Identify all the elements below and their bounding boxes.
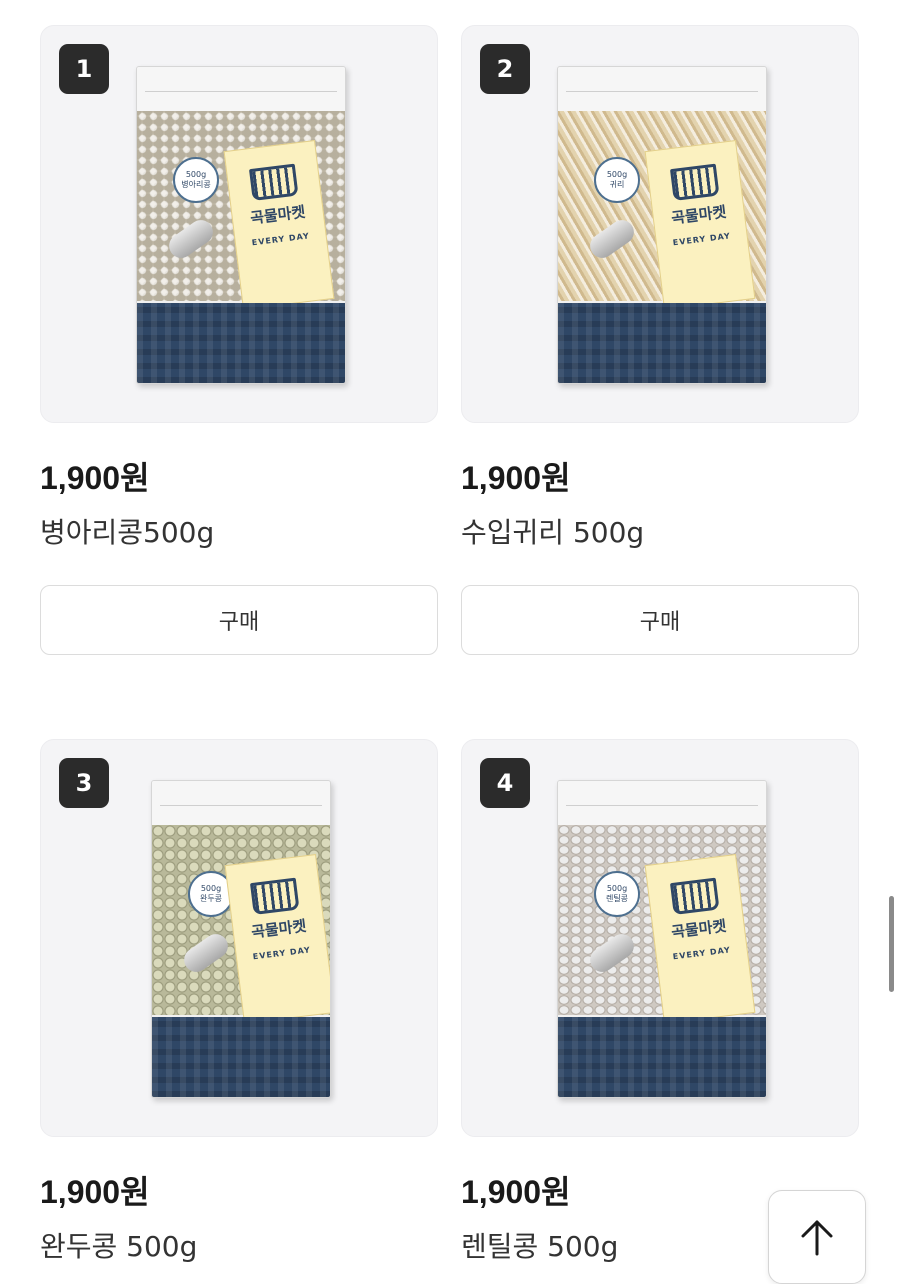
brand-label: 곡물마켓 EVERY DAY [223,139,335,311]
brand-label: 곡물마켓 EVERY DAY [644,139,756,311]
weight-tag: 500g 귀리 [594,157,640,203]
product-image: 500g 귀리 곡물마켓 EVERY DAY [557,66,767,384]
rank-badge: 4 [480,758,530,808]
product-image: 500g 병아리콩 곡물마켓 EVERY DAY [136,66,346,384]
product-name[interactable]: 병아리콩500g [40,511,438,551]
plaid-pattern [152,1017,330,1097]
basket-icon [669,877,720,916]
product-image: 500g 렌틸콩 곡물마켓 EVERY DAY [557,780,767,1098]
brand-tagline: EVERY DAY [252,945,312,962]
plaid-pattern [558,1017,766,1097]
arrow-up-icon [801,1220,833,1256]
product-image: 500g 완두콩 곡물마켓 EVERY DAY [151,780,331,1098]
weight-tag: 500g 렌틸콩 [594,871,640,917]
product-card[interactable]: 2 500g 귀리 곡물마켓 EVERY DAY 1,900원 수입귀리 500g… [461,25,859,655]
product-thumbnail[interactable]: 1 500g 병아리콩 곡물마켓 EVERY DAY [40,25,438,423]
scrollbar-thumb[interactable] [889,896,894,992]
brand-name: 곡물마켓 [249,202,307,228]
rank-badge: 2 [480,44,530,94]
basket-icon [248,163,299,202]
product-thumbnail[interactable]: 2 500g 귀리 곡물마켓 EVERY DAY [461,25,859,423]
basket-icon [249,877,300,916]
plaid-pattern [558,303,766,383]
plaid-pattern [137,303,345,383]
product-name[interactable]: 완두콩 500g [40,1225,438,1265]
buy-button[interactable]: 구매 [461,585,859,655]
rank-badge: 1 [59,44,109,94]
basket-icon [669,163,720,202]
weight-tag: 500g 병아리콩 [173,157,219,203]
buy-button[interactable]: 구매 [40,585,438,655]
scroll-to-top-button[interactable] [768,1190,866,1284]
brand-name: 곡물마켓 [670,916,728,942]
brand-name: 곡물마켓 [670,202,728,228]
brand-tagline: EVERY DAY [251,231,311,248]
product-card[interactable]: 3 500g 완두콩 곡물마켓 EVERY DAY 1,900원 완두콩 500g [40,739,438,1265]
brand-label: 곡물마켓 EVERY DAY [224,853,330,1025]
brand-name: 곡물마켓 [250,916,308,942]
rank-badge: 3 [59,758,109,808]
product-name[interactable]: 수입귀리 500g [461,511,859,551]
product-thumbnail[interactable]: 3 500g 완두콩 곡물마켓 EVERY DAY [40,739,438,1137]
product-price: 1,900원 [40,1174,150,1210]
product-card[interactable]: 1 500g 병아리콩 곡물마켓 EVERY DAY 1,900원 병아리콩500… [40,25,438,655]
product-price: 1,900원 [40,460,150,496]
brand-tagline: EVERY DAY [672,231,732,248]
brand-label: 곡물마켓 EVERY DAY [644,853,756,1025]
product-price: 1,900원 [461,460,571,496]
brand-tagline: EVERY DAY [672,945,732,962]
product-card[interactable]: 4 500g 렌틸콩 곡물마켓 EVERY DAY 1,900원 렌틸콩 500g [461,739,859,1265]
product-thumbnail[interactable]: 4 500g 렌틸콩 곡물마켓 EVERY DAY [461,739,859,1137]
